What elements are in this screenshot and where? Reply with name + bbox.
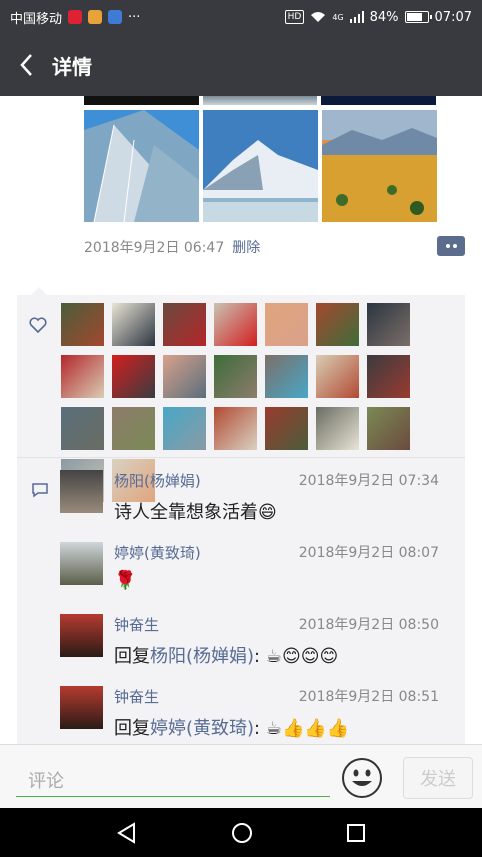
comment-time: 2018年9月2日 07:34 — [298, 473, 439, 489]
back-triangle-icon[interactable] — [116, 821, 138, 844]
battery-fill — [406, 13, 423, 21]
comment-item[interactable]: 钟奋生 2018年9月2日 08:51 回复婷婷(黄致琦): ☕👍👍👍 — [17, 674, 465, 744]
smiley-icon — [342, 758, 382, 798]
heart-icon — [29, 317, 47, 333]
comment-time: 2018年9月2日 08:07 — [298, 545, 439, 561]
photo[interactable] — [84, 96, 199, 105]
photo-glass-building[interactable] — [84, 110, 199, 222]
comment-input-bar: 评论 发送 — [0, 744, 482, 808]
emoji: 🌹 — [114, 570, 137, 591]
dot-icon — [445, 244, 450, 248]
photo[interactable] — [321, 96, 437, 105]
comment-text: 🌹 — [114, 570, 136, 591]
reply-separator: : — [254, 646, 266, 667]
comment-list: 杨阳(杨婵娟) 2018年9月2日 07:34 诗人全靠想象活着😄 婷婷(黄致琦… — [17, 458, 465, 744]
post-meta: 2018年9月2日 06:47 删除 — [84, 237, 260, 257]
recents-square-icon[interactable] — [346, 823, 366, 843]
photo-snow-mountain[interactable] — [203, 110, 318, 222]
comment-input[interactable]: 评论 — [16, 761, 330, 797]
comment-icon — [32, 483, 48, 498]
photo[interactable] — [202, 96, 318, 105]
photo-row — [84, 110, 437, 222]
signal-icon — [349, 11, 364, 23]
liker-avatar[interactable] — [163, 355, 206, 398]
avatar[interactable] — [60, 686, 103, 729]
commenter-name[interactable]: 钟奋生 — [114, 614, 159, 635]
app-notification-icon — [88, 10, 103, 24]
emoji: ☕👍👍👍 — [265, 718, 350, 739]
emoji: ☕😊😊😊 — [265, 646, 339, 667]
liker-avatar[interactable] — [316, 303, 359, 346]
reply-separator: : — [254, 718, 266, 739]
liker-avatar[interactable] — [112, 303, 155, 346]
comment-item[interactable]: 婷婷(黄致琦) 2018年9月2日 08:07 🌹 — [17, 530, 465, 602]
reply-prefix: 回复 — [114, 718, 150, 739]
hd-badge: HD — [284, 10, 305, 24]
photo-autumn-valley[interactable] — [322, 110, 437, 222]
back-button[interactable] — [0, 34, 52, 96]
avatar[interactable] — [60, 542, 103, 585]
comment-item[interactable]: 杨阳(杨婵娟) 2018年9月2日 07:34 诗人全靠想象活着😄 — [17, 458, 465, 530]
comment-time: 2018年9月2日 08:51 — [298, 689, 439, 705]
liker-avatar[interactable] — [316, 407, 359, 450]
liker-avatar[interactable] — [265, 355, 308, 398]
liker-avatar[interactable] — [214, 355, 257, 398]
likes-section — [17, 295, 465, 502]
comment-text: 诗人全靠想象活着😄 — [114, 498, 277, 524]
wifi-icon — [311, 12, 326, 22]
comment-time: 2018年9月2日 08:50 — [298, 617, 439, 633]
battery-percent: 84% — [369, 9, 399, 25]
chevron-left-icon — [20, 54, 32, 76]
comment-item[interactable]: 钟奋生 2018年9月2日 08:50 回复杨阳(杨婵娟): ☕😊😊😊 — [17, 602, 465, 674]
status-bar: 中国移动 ··· HD 4G 84% 07:07 — [0, 0, 482, 34]
commenter-name[interactable]: 杨阳(杨婵娟) — [114, 470, 201, 491]
post-detail[interactable]: 2018年9月2日 06:47 删除 杨阳(杨婵娟) 2018年9月2日 07:… — [0, 96, 482, 744]
liker-avatar[interactable] — [163, 407, 206, 450]
liker-avatar[interactable] — [367, 407, 410, 450]
network-type-label: 4G — [332, 12, 344, 22]
emoji: 😄 — [258, 502, 277, 523]
page-title: 详情 — [52, 54, 92, 79]
avatar[interactable] — [60, 614, 103, 657]
app-notification-icon — [108, 10, 123, 24]
send-button[interactable]: 发送 — [403, 757, 473, 799]
comment-text: 回复婷婷(黄致琦): ☕👍👍👍 — [114, 714, 349, 740]
liker-avatar[interactable] — [367, 303, 410, 346]
commenter-name[interactable]: 婷婷(黄致琦) — [114, 542, 201, 563]
system-nav-bar — [0, 808, 482, 857]
comment-text: 回复杨阳(杨婵娟): ☕😊😊😊 — [114, 642, 338, 668]
liker-avatar[interactable] — [265, 407, 308, 450]
liker-avatar[interactable] — [163, 303, 206, 346]
liker-avatar[interactable] — [112, 355, 155, 398]
liker-avatar[interactable] — [214, 407, 257, 450]
liker-avatar[interactable] — [61, 355, 104, 398]
post-date: 2018年9月2日 06:47 — [84, 240, 225, 256]
home-circle-icon[interactable] — [231, 822, 253, 844]
likes-comments-panel: 杨阳(杨婵娟) 2018年9月2日 07:34 诗人全靠想象活着😄 婷婷(黄致琦… — [17, 287, 465, 744]
delete-link[interactable]: 删除 — [232, 237, 260, 257]
emoji-button[interactable] — [341, 757, 383, 799]
liker-avatar[interactable] — [112, 407, 155, 450]
reply-to-name[interactable]: 杨阳(杨婵娟) — [150, 646, 254, 667]
reply-prefix: 回复 — [114, 646, 150, 667]
reply-to-name[interactable]: 婷婷(黄致琦) — [150, 718, 254, 739]
liker-avatar[interactable] — [265, 303, 308, 346]
more-notifications-icon: ··· — [128, 9, 141, 25]
battery-icon — [404, 11, 432, 23]
comment-body: 诗人全靠想象活着 — [114, 502, 258, 523]
liker-avatar[interactable] — [367, 355, 410, 398]
photo-row-partial — [84, 96, 437, 105]
liker-avatar[interactable] — [61, 303, 104, 346]
dot-icon — [452, 244, 457, 248]
liker-avatar[interactable] — [316, 355, 359, 398]
title-bar: 详情 — [0, 34, 482, 96]
clock: 07:07 — [434, 9, 472, 25]
carrier-label: 中国移动 — [10, 11, 63, 27]
commenter-name[interactable]: 钟奋生 — [114, 686, 159, 707]
liker-avatar[interactable] — [214, 303, 257, 346]
avatar[interactable] — [60, 470, 103, 513]
app-notification-icon — [68, 10, 83, 24]
comment-menu-button[interactable] — [437, 236, 465, 256]
liker-avatar[interactable] — [61, 407, 104, 450]
